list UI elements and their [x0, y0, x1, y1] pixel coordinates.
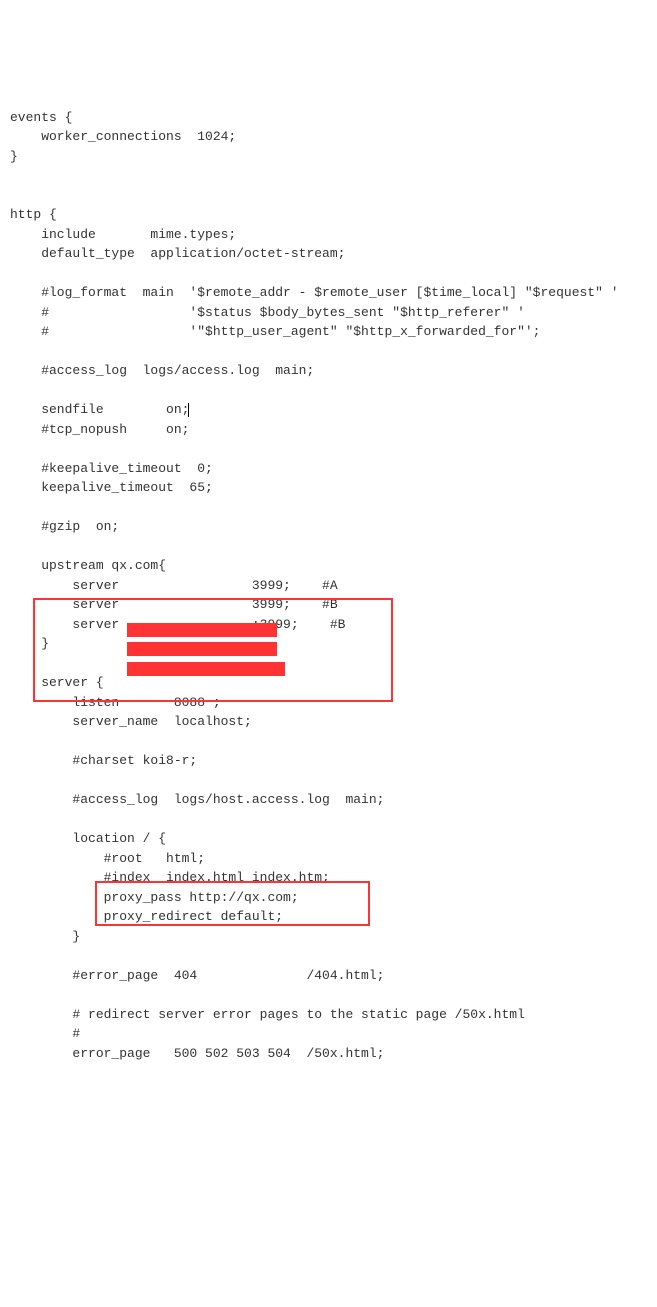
text-cursor	[188, 403, 189, 417]
code-line: }	[10, 149, 18, 164]
code-line: http {	[10, 207, 57, 222]
code-line: #error_page 404 /404.html;	[10, 968, 384, 983]
code-block: events { worker_connections 1024; } http…	[10, 88, 647, 1200]
code-line: keepalive_timeout 65;	[10, 480, 213, 495]
code-line: #charset koi8-r;	[10, 753, 197, 768]
code-line: server :3999; #B	[10, 617, 345, 632]
code-line: #tcp_nopush on;	[10, 422, 189, 437]
code-line: # redirect server error pages to the sta…	[10, 1007, 525, 1022]
code-line: }	[10, 929, 80, 944]
code-line: #access_log logs/host.access.log main;	[10, 792, 384, 807]
code-line: server {	[10, 675, 104, 690]
code-line: include mime.types;	[10, 227, 236, 242]
code-line: # '$status $body_bytes_sent "$http_refer…	[10, 305, 525, 320]
code-line: # '"$http_user_agent" "$http_x_forwarded…	[10, 324, 541, 339]
code-line: #gzip on;	[10, 519, 119, 534]
code-line: #root html;	[10, 851, 205, 866]
code-line: #access_log logs/access.log main;	[10, 363, 314, 378]
code-line: server 3999; #B	[10, 597, 338, 612]
code-line: }	[10, 636, 49, 651]
code-line: worker_connections 1024;	[10, 129, 236, 144]
code-line: error_page 500 502 503 504 /50x.html;	[10, 1046, 384, 1061]
code-line: #index index.html index.htm;	[10, 870, 330, 885]
code-line: server 3999; #A	[10, 578, 338, 593]
code-line: #keepalive_timeout 0;	[10, 461, 213, 476]
redaction-bar-2	[127, 642, 277, 656]
code-line: #	[10, 1026, 80, 1041]
code-line: events {	[10, 110, 72, 125]
code-line: upstream qx.com{	[10, 558, 166, 573]
code-line: sendfile on;	[10, 402, 189, 417]
code-line: server_name localhost;	[10, 714, 252, 729]
code-line: proxy_redirect default;	[10, 909, 283, 924]
code-line: proxy_pass http://qx.com;	[10, 890, 299, 905]
code-line: listen 8088 ;	[10, 695, 221, 710]
code-line: #log_format main '$remote_addr - $remote…	[10, 285, 619, 300]
code-line: default_type application/octet-stream;	[10, 246, 345, 261]
code-line: location / {	[10, 831, 166, 846]
redaction-bar-3	[127, 662, 285, 676]
